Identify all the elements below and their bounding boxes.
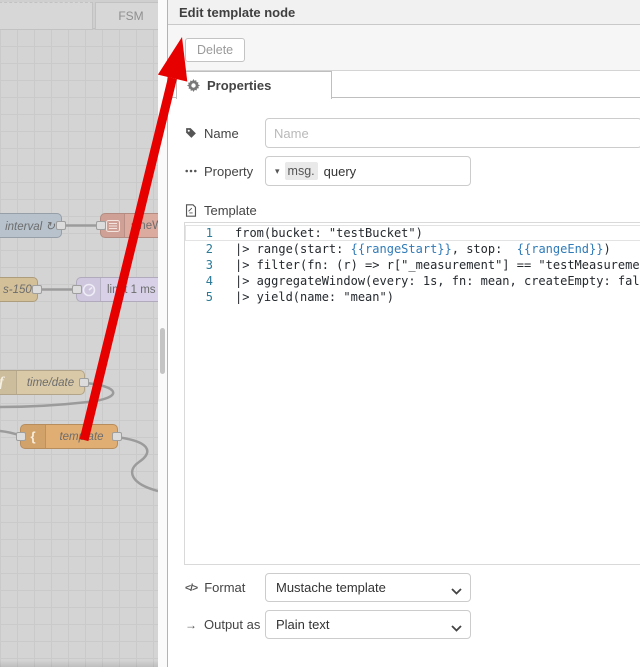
- input-port[interactable]: [96, 220, 106, 230]
- flow-tab-unnamed[interactable]: [0, 2, 93, 30]
- template-code-editor[interactable]: 1 from(bucket: "testBucket") 2 |> range(sta…: [184, 222, 640, 565]
- output-label: → Output as: [185, 617, 261, 632]
- node-interval[interactable]: interval ↻: [0, 213, 66, 238]
- code-text: |> yield(name: "mean"): [235, 290, 394, 304]
- scrollbar-thumb[interactable]: [160, 328, 165, 374]
- dialog-tabbar: Properties: [168, 71, 640, 99]
- workspace-scrollbar[interactable]: [158, 0, 167, 667]
- template-editor-lines: 1 from(bucket: "testBucket") 2 |> range(sta…: [185, 225, 640, 305]
- node-label: interval ↻: [5, 220, 55, 233]
- chevron-down-icon: [451, 583, 462, 598]
- property-typed-input[interactable]: ▾ msg. query: [265, 156, 471, 186]
- tab-label: Properties: [207, 78, 272, 93]
- node-label: sineWave: [131, 219, 158, 232]
- code-icon: </>: [185, 581, 198, 594]
- output-value: Plain text: [276, 617, 330, 632]
- name-input[interactable]: [265, 118, 640, 148]
- node-template[interactable]: { template: [16, 424, 122, 449]
- line-number: 5: [205, 290, 213, 304]
- node-label: limit 1 ms: [107, 283, 156, 296]
- flow-tabbar: FSM: [0, 0, 158, 30]
- dialog-title: Edit template node: [168, 0, 640, 25]
- name-row: Name: [168, 118, 640, 148]
- output-port[interactable]: [112, 431, 122, 441]
- editor-line[interactable]: 3 |> filter(fn: (r) => r["_measurement"] …: [185, 257, 640, 273]
- output-port[interactable]: [32, 284, 42, 294]
- caret-down-icon[interactable]: ▾: [266, 166, 285, 177]
- property-row: Property ▾ msg. query: [168, 156, 640, 186]
- property-label: Property: [185, 156, 253, 186]
- code-text: from(bucket: "testBucket"): [235, 226, 423, 240]
- editor-line[interactable]: 2 |> range(start: {{rangeStart}}, stop: {…: [185, 241, 640, 257]
- line-number: 3: [205, 258, 213, 272]
- gear-icon: [187, 79, 200, 92]
- editor-line[interactable]: 4 |> aggregateWindow(every: 1s, fn: mean,…: [185, 273, 640, 289]
- node-s150[interactable]: s-150: [0, 277, 42, 302]
- name-label: Name: [185, 118, 239, 148]
- edit-template-dialog: Edit template node Delete Properties Nam: [167, 0, 640, 667]
- function-icon: f: [0, 371, 17, 394]
- editor-line[interactable]: 1 from(bucket: "testBucket"): [185, 225, 640, 241]
- ellipsis-icon: [185, 169, 197, 173]
- input-port[interactable]: [72, 284, 82, 294]
- line-number: 2: [205, 242, 213, 256]
- flow-workspace[interactable]: interval ↻ sineWave s-150 limit 1 ms: [0, 0, 158, 667]
- node-label: time/date: [26, 376, 75, 389]
- node-label: template: [59, 430, 104, 443]
- output-select[interactable]: Plain text: [265, 610, 471, 639]
- output-row: → Output as Plain text: [168, 610, 640, 639]
- output-port[interactable]: [56, 220, 66, 230]
- flow-wires: [0, 224, 158, 493]
- input-port[interactable]: [16, 431, 26, 441]
- format-row: </> Format Mustache template: [168, 573, 640, 602]
- property-value[interactable]: query: [324, 164, 357, 179]
- format-label: </> Format: [185, 580, 246, 595]
- node-sinewave[interactable]: sineWave: [96, 213, 158, 238]
- node-timedate[interactable]: f time/date: [0, 370, 89, 395]
- msg-prefix[interactable]: msg.: [284, 162, 318, 180]
- template-label: Template: [185, 199, 257, 221]
- format-value: Mustache template: [276, 580, 386, 595]
- file-code-icon: [185, 203, 197, 217]
- arrow-right-icon: →: [185, 617, 197, 632]
- delete-button[interactable]: Delete: [185, 38, 246, 62]
- dialog-toolbar: Delete: [168, 25, 640, 71]
- line-number: 1: [205, 226, 213, 240]
- tab-properties[interactable]: Properties: [176, 71, 332, 99]
- flow-tab-fsm[interactable]: FSM: [95, 2, 158, 30]
- output-port[interactable]: [79, 377, 89, 387]
- format-select[interactable]: Mustache template: [265, 573, 471, 602]
- template-label-row: Template: [168, 199, 640, 221]
- line-number: 4: [205, 274, 213, 288]
- tag-icon: [185, 127, 197, 139]
- code-text: |> range(start: {{rangeStart}}, stop: {{…: [235, 242, 611, 256]
- node-limit[interactable]: limit 1 ms: [72, 277, 158, 302]
- editor-line[interactable]: 5 |> yield(name: "mean"): [185, 289, 640, 305]
- code-text: |> filter(fn: (r) => r["_measurement"] =…: [235, 258, 640, 272]
- code-text: |> aggregateWindow(every: 1s, fn: mean, …: [235, 274, 640, 288]
- chevron-down-icon: [451, 620, 462, 635]
